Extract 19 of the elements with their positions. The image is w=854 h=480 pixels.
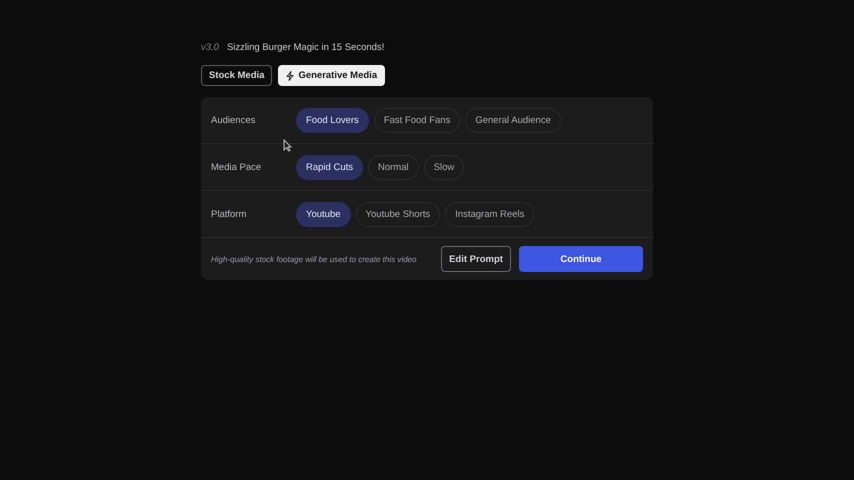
choice-chip[interactable]: General Audience [465, 108, 561, 132]
choice-chip[interactable]: Rapid Cuts [296, 154, 363, 180]
choice-chip[interactable]: Food Lovers [296, 108, 369, 132]
continue-button[interactable]: Continue [519, 246, 643, 272]
edit-button[interactable]: Edit Prompt [441, 246, 511, 272]
choice-chip[interactable]: Instagram Reels [445, 202, 534, 226]
option-label: Media Pace [211, 162, 262, 172]
project-title: Sizzling Burger Magic in 15 Seconds! [226, 42, 384, 52]
choice-chip[interactable]: Youtube [296, 202, 351, 226]
choice-chip[interactable]: Fast Food Fans [374, 108, 460, 132]
option-label: Platform [211, 208, 248, 220]
choice-chip[interactable]: Slow [424, 154, 464, 180]
choice-chip[interactable]: Normal [368, 154, 419, 180]
media-tab[interactable]: Generative Media [278, 65, 386, 86]
version-label: v3.0 [201, 42, 219, 52]
option-label: Audiences [211, 114, 256, 126]
choice-chip[interactable]: Youtube Shorts [356, 202, 440, 226]
footer-note: High-quality stock footage will be used to create this video [211, 254, 418, 264]
media-tab[interactable]: Stock Media [201, 65, 272, 86]
